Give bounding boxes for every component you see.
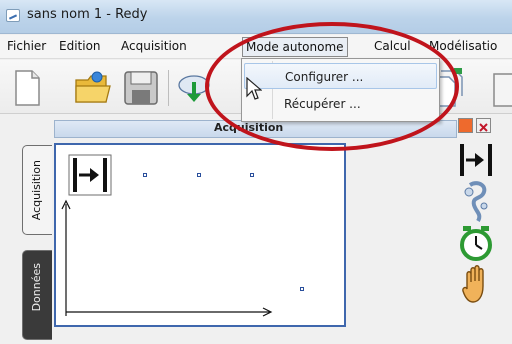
tab-acquisition[interactable]: Acquisition xyxy=(22,145,52,235)
app-window: { "window": { "title": "sans nom 1 - Red… xyxy=(0,0,512,344)
window-title: sans nom 1 - Redy xyxy=(27,7,148,22)
panel-title: Acquisition xyxy=(214,121,284,134)
menu-acquisition[interactable]: Acquisition xyxy=(121,39,187,53)
menu-item-configurer-label: Configurer ... xyxy=(285,70,364,84)
panel-pin-button[interactable] xyxy=(458,118,473,133)
timer-clock-icon[interactable] xyxy=(459,226,493,262)
tab-donnees[interactable]: Données xyxy=(22,250,52,340)
panel-close-button[interactable] xyxy=(476,118,491,133)
toolbar-separator xyxy=(168,70,169,106)
menu-edition[interactable]: Edition xyxy=(59,39,101,53)
menu-item-recuperer[interactable]: Récupérer ... xyxy=(244,91,437,117)
menu-mode-autonome[interactable]: Mode autonome xyxy=(242,37,348,57)
app-icon xyxy=(6,9,20,22)
menu-item-configurer[interactable]: Configurer ... xyxy=(244,63,437,89)
stop-hand-icon[interactable] xyxy=(461,264,491,304)
mouse-cursor-icon xyxy=(246,77,262,100)
menu-modelisation[interactable]: Modélisatio xyxy=(429,39,497,53)
plot-marker xyxy=(250,173,254,177)
tab-acquisition-label: Acquisition xyxy=(30,160,43,221)
new-file-icon[interactable] xyxy=(6,68,48,108)
axes-graphic xyxy=(61,199,273,317)
tab-donnees-label: Données xyxy=(30,263,43,312)
wizard-ghost-icon[interactable] xyxy=(460,181,492,223)
title-bar: sans nom 1 - Redy xyxy=(0,0,512,34)
menu-fichier[interactable]: Fichier xyxy=(7,39,46,53)
plot-marker xyxy=(143,173,147,177)
plot-marker xyxy=(300,287,304,291)
document-icon[interactable] xyxy=(480,68,512,108)
menu-calcul[interactable]: Calcul xyxy=(374,39,411,53)
save-floppy-icon[interactable] xyxy=(121,68,163,108)
close-icon xyxy=(479,123,488,132)
start-marker-icon[interactable] xyxy=(68,154,112,196)
menu-item-recuperer-label: Récupérer ... xyxy=(284,97,361,111)
cloud-download-icon[interactable] xyxy=(174,68,216,108)
plot-marker xyxy=(197,173,201,177)
open-folder-icon[interactable] xyxy=(72,68,114,108)
mode-autonome-dropdown: Configurer ... Récupérer ... xyxy=(241,58,440,122)
start-stop-icon[interactable] xyxy=(459,143,493,177)
menu-bar: Fichier Edition Acquisition Mode autonom… xyxy=(0,35,512,59)
